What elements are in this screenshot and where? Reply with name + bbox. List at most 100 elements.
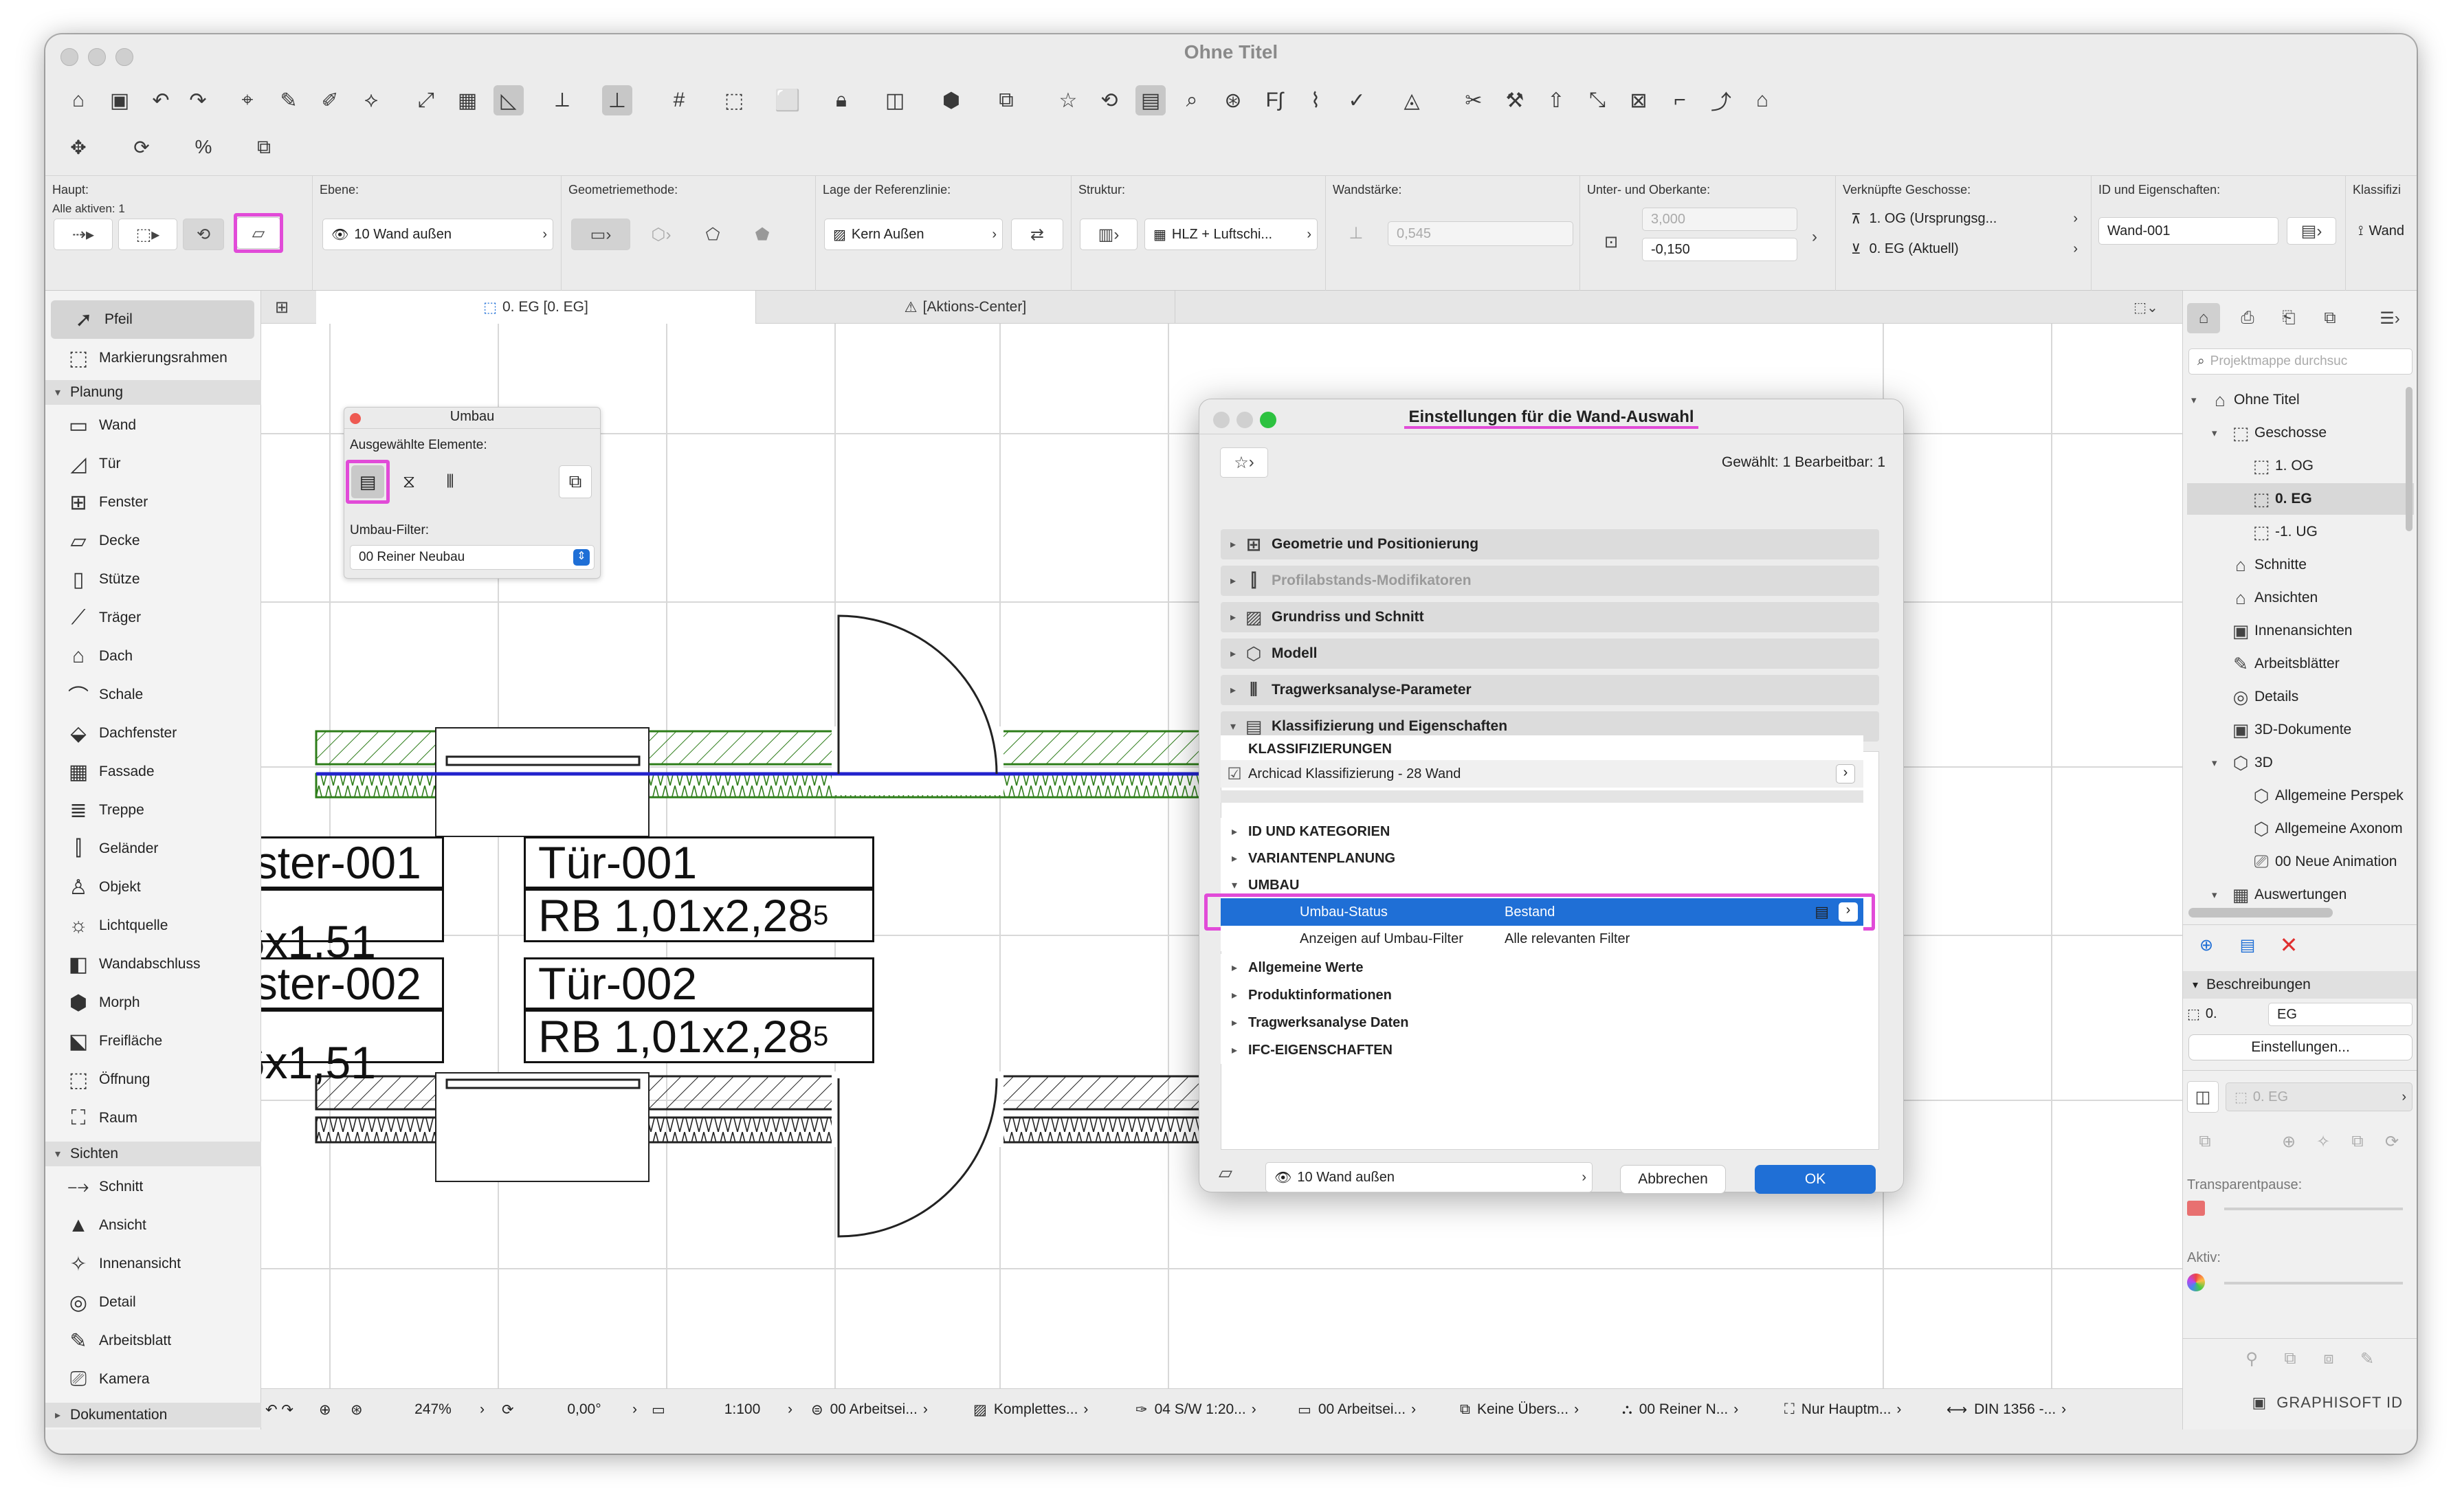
thickness-field[interactable]: 0,545 (1388, 221, 1573, 246)
tree-item[interactable]: ⬚ 1. OG (2187, 450, 2414, 482)
drawing-standard[interactable]: ⟷ DIN 1356 -... › (1947, 1389, 2066, 1430)
filter-icon[interactable]: ⧉ (991, 85, 1021, 115)
clone-icon[interactable]: ⧉ (2191, 1128, 2219, 1155)
label-name[interactable]: Tür-002 (524, 957, 874, 1010)
publisher-icon[interactable]: ⧉ (2314, 303, 2347, 333)
trace-icon[interactable]: ⌕ (1177, 85, 1207, 115)
tree-item[interactable]: ▣ 3D-Dokumente (2187, 714, 2414, 746)
tool-freifläche[interactable]: ⬕ Freifläche (45, 1023, 261, 1059)
tree-item[interactable]: ▾ ⬡ 3D (2187, 747, 2414, 779)
toolgroup-sichten[interactable]: ▾ Sichten (45, 1142, 261, 1166)
project-map-icon[interactable]: ⌂ (2187, 303, 2220, 333)
section-1[interactable]: ▸ ⫿ Profilabstands-Modifikatoren (1221, 566, 1879, 596)
tool-öffnung[interactable]: ⬚ Öffnung (45, 1062, 261, 1098)
section-3[interactable]: ▸ ⬡ Modell (1221, 638, 1879, 669)
undo-icon[interactable]: ↶ (146, 85, 176, 115)
tool-geländer[interactable]: ⫿ Geländer (45, 831, 261, 867)
group-row[interactable]: ▸ ID UND KATEGORIEN (1221, 818, 1863, 845)
publish-icon[interactable]: ⊛ (1218, 85, 1248, 115)
project-search-input[interactable]: ⌕ Projektmappe durchsuc (2188, 348, 2413, 375)
tool-fenster[interactable]: ⊞ Fenster (45, 485, 261, 520)
tool-lichtquelle[interactable]: ☼ Lichtquelle (45, 908, 261, 944)
settings-doc-icon[interactable]: ▤ (2235, 933, 2260, 957)
marquee-mode-icon[interactable]: ⬚▸ (118, 219, 177, 250)
element-id-field[interactable]: Wand-001 (2098, 217, 2278, 245)
descriptions-header[interactable]: ▾ Beschreibungen (2183, 971, 2417, 999)
group-row[interactable]: ▸ VARIANTENPLANUNG (1221, 845, 1863, 872)
check-icon[interactable]: ✓ (1342, 85, 1372, 115)
home-story-dropdown[interactable]: ⊻ 0. EG (Aktuell) › (1843, 236, 2083, 261)
teamwork-icon[interactable]: ⟲ (1094, 85, 1124, 115)
tool-dach[interactable]: ⌂ Dach (45, 638, 261, 674)
tree-item[interactable]: ⬚ -1. UG (2187, 516, 2414, 548)
gravity-icon[interactable]: ◺ (493, 85, 524, 115)
view-settings-icon[interactable]: ◫ (2187, 1081, 2219, 1113)
tree-item[interactable]: ⌂ Schnitte (2187, 549, 2414, 581)
tool-innenansicht[interactable]: ✧ Innenansicht (45, 1246, 261, 1282)
section-2[interactable]: ▸ ▨ Grundriss und Schnitt (1221, 602, 1879, 632)
tool-arbeitsblatt[interactable]: ✎ Arbeitsblatt (45, 1323, 261, 1359)
label-dimension[interactable]: RB 1,01x2,28 5 (524, 889, 874, 942)
transparent-color-swatch[interactable] (2187, 1201, 2205, 1216)
tool-stütze[interactable]: ▯ Stütze (45, 562, 261, 597)
layer-combination[interactable]: ⊜ 00 Arbeitsei... › (811, 1389, 928, 1430)
classification-field[interactable]: ⟟ Wand (2350, 217, 2417, 245)
override-style-icon[interactable]: ⧉ (559, 465, 592, 498)
find-select-icon[interactable]: ⌖ (232, 85, 263, 115)
move-icon[interactable]: ✥ (63, 132, 93, 162)
new-status-icon[interactable]: ⫴ (434, 465, 467, 498)
refresh-icon[interactable]: ⟳ (2378, 1128, 2406, 1155)
override-combination[interactable]: ⧉ Keine Übers... › (1460, 1389, 1579, 1430)
rotate-icon[interactable]: ⟳ (126, 132, 157, 162)
redo-icon[interactable]: ↷ (183, 85, 213, 115)
model-view[interactable]: ▨ Komplettes... › (973, 1389, 1088, 1430)
transparent-slider[interactable] (2224, 1208, 2403, 1210)
tab-options-icon[interactable]: ⬚⌄ (2118, 295, 2173, 320)
tool-treppe[interactable]: ≣ Treppe (45, 792, 261, 828)
guide-lines-icon[interactable]: ⟂ (547, 85, 577, 115)
snap-icon[interactable]: ⊥ (602, 85, 632, 115)
percent-icon[interactable]: % (188, 132, 219, 162)
roof-icon[interactable]: ⌂ (1747, 85, 1777, 115)
scissors-icon[interactable]: ✂ (1459, 85, 1489, 115)
tab-action-center[interactable]: ⚠ [Aktions-Center] (756, 291, 1175, 324)
layers-icon[interactable]: ⬚ (719, 85, 749, 115)
klass-chevron-icon[interactable]: › (1836, 764, 1855, 783)
tool-decke[interactable]: ▱ Decke (45, 523, 261, 559)
layer-dropdown[interactable]: 👁︎ 10 Wand außen › (322, 219, 553, 250)
eyedropper-icon[interactable]: ✎ (274, 85, 304, 115)
undo-zoom-icon[interactable]: ↶ ↷ (265, 1389, 293, 1430)
zoom-fit-icon[interactable]: ⊛ (351, 1389, 363, 1430)
nav-menu-icon[interactable]: ☰› (2369, 303, 2411, 333)
organizer-icon[interactable]: ⚲ (2238, 1345, 2265, 1372)
tool-wandabschluss[interactable]: ◧ Wandabschluss (45, 946, 261, 982)
group-row[interactable]: ▸ Allgemeine Werte (1221, 954, 1863, 981)
tree-hscrollbar[interactable] (2188, 908, 2333, 918)
tree-item[interactable]: ▾ ▦ Auswertungen (2187, 879, 2414, 911)
tool-raum[interactable]: ⛶ Raum (45, 1100, 261, 1136)
new-view-icon[interactable]: ⊕ (2275, 1128, 2303, 1155)
fit-icon[interactable]: ⤢ (411, 85, 441, 115)
settings-button[interactable]: Einstellungen... (2188, 1034, 2413, 1060)
reference-line-dropdown[interactable]: ▨ Kern Außen › (824, 219, 1003, 250)
magic-wand-icon[interactable]: ⟡ (356, 85, 386, 115)
tool-ansicht[interactable]: ▲ Ansicht (45, 1208, 261, 1243)
aktiv-slider[interactable] (2224, 1282, 2403, 1285)
view-map-icon[interactable]: ⎙ (2231, 303, 2264, 333)
tree-item[interactable]: ⬡ Allgemeine Axonom (2187, 813, 2414, 845)
graphic-override-icon[interactable]: ▤ (1135, 85, 1166, 115)
tool-dachfenster[interactable]: ⬙ Dachfenster (45, 715, 261, 751)
stretch-icon[interactable]: ⊠ (1623, 85, 1654, 115)
polygon-wall-icon[interactable]: ⬟ (742, 219, 783, 250)
tool-objekt[interactable]: ♙ Objekt (45, 869, 261, 905)
star-view-icon[interactable]: ✧ (2309, 1128, 2337, 1155)
hammer-icon[interactable]: ⚒ (1500, 85, 1530, 115)
rotate-view-icon[interactable]: ⟳ (502, 1389, 514, 1430)
curved-wall-icon[interactable]: ⬡› (637, 219, 685, 250)
top-edge-field[interactable]: 3,000 (1642, 208, 1797, 231)
zoom-chevron[interactable]: › (480, 1389, 485, 1430)
klass-row[interactable]: ☑ Archicad Klassifizierung - 28 Wand › (1221, 760, 1863, 788)
syringe-icon[interactable]: ✐ (315, 85, 345, 115)
zoom-in-icon[interactable]: ⊕ (319, 1389, 331, 1430)
tree-item[interactable]: ⬚ 0. EG (2187, 483, 2414, 515)
